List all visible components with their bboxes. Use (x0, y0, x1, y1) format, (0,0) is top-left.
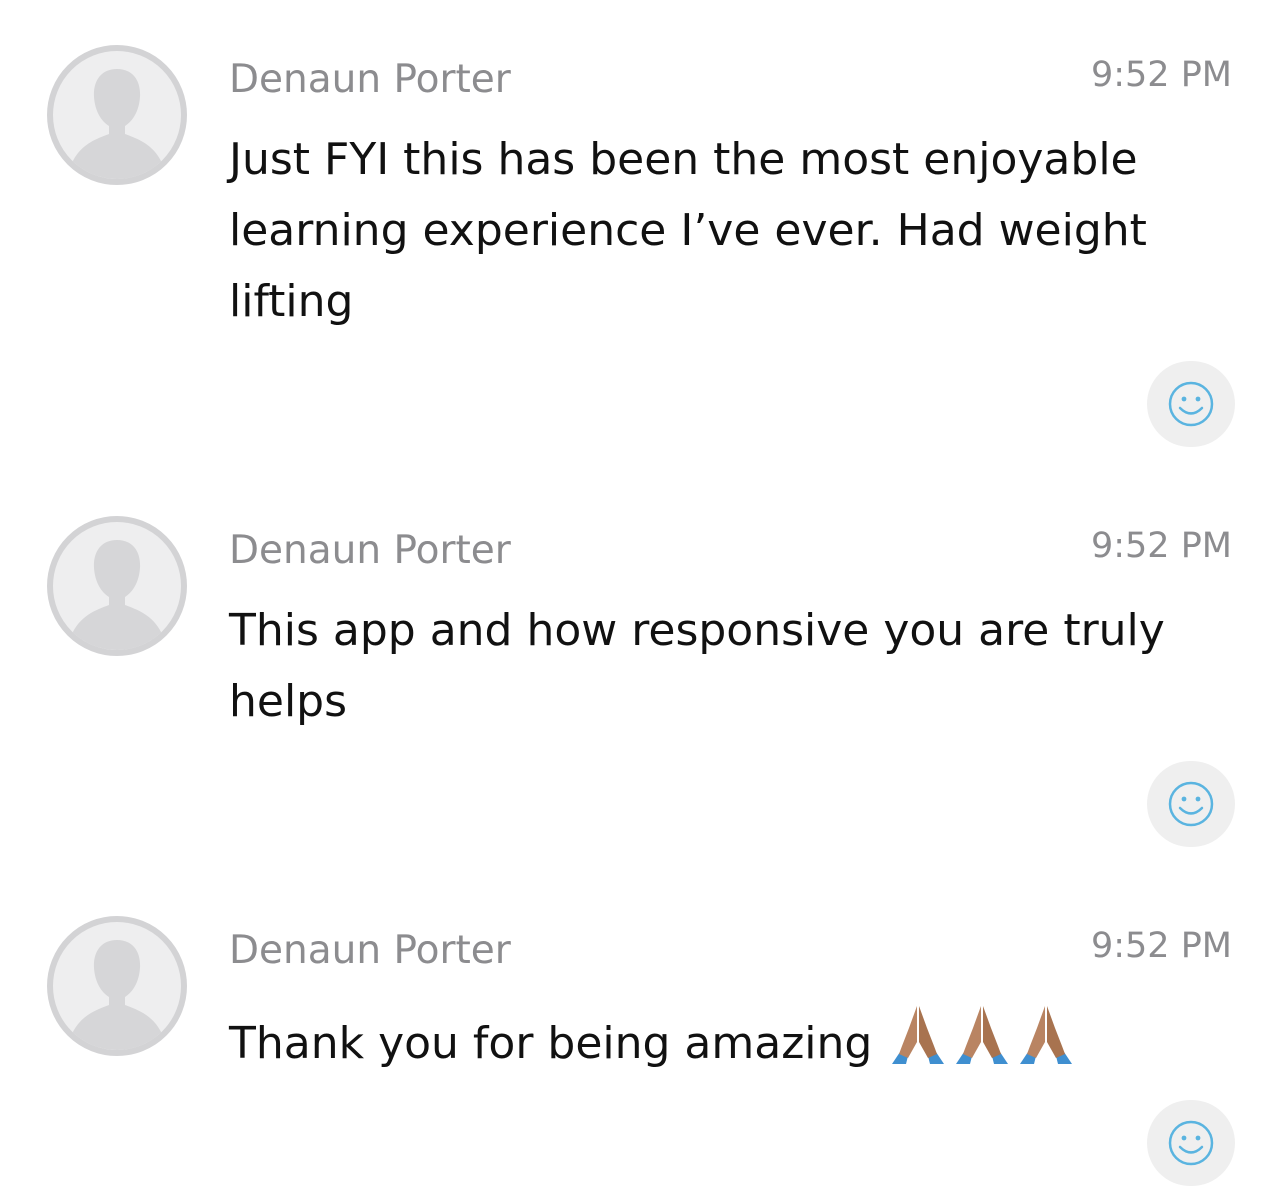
folded-hands-icon (892, 1006, 945, 1064)
avatar[interactable] (47, 516, 187, 656)
message-text: Thank you for being amazing (229, 1002, 1169, 1087)
message-text: Just FYI this has been the most enjoyabl… (229, 134, 1147, 327)
smiley-face-icon (1168, 781, 1214, 827)
add-reaction-button[interactable] (1147, 761, 1235, 847)
folded-hands-icon (1020, 1006, 1073, 1064)
message-time: 9:52 PM (1090, 526, 1232, 566)
add-reaction-button[interactable] (1147, 361, 1235, 447)
user-silhouette-icon (67, 540, 167, 650)
folded-hands-icon (956, 1006, 1009, 1064)
smiley-face-icon (1168, 381, 1214, 427)
sender-name: Denaun Porter (229, 928, 511, 973)
message-time: 9:52 PM (1090, 55, 1232, 95)
message-text: This app and how responsive you are trul… (229, 605, 1165, 727)
sender-name: Denaun Porter (229, 57, 511, 102)
message-time: 9:52 PM (1090, 926, 1232, 966)
emoji-group (886, 1002, 1078, 1087)
smiley-face-icon (1168, 1120, 1214, 1166)
user-silhouette-icon (67, 940, 167, 1050)
message-text-content: Thank you for being amazing (229, 1018, 873, 1069)
add-reaction-button[interactable] (1147, 1100, 1235, 1186)
sender-name: Denaun Porter (229, 528, 511, 573)
avatar[interactable] (47, 916, 187, 1056)
avatar[interactable] (47, 45, 187, 185)
user-silhouette-icon (67, 69, 167, 179)
